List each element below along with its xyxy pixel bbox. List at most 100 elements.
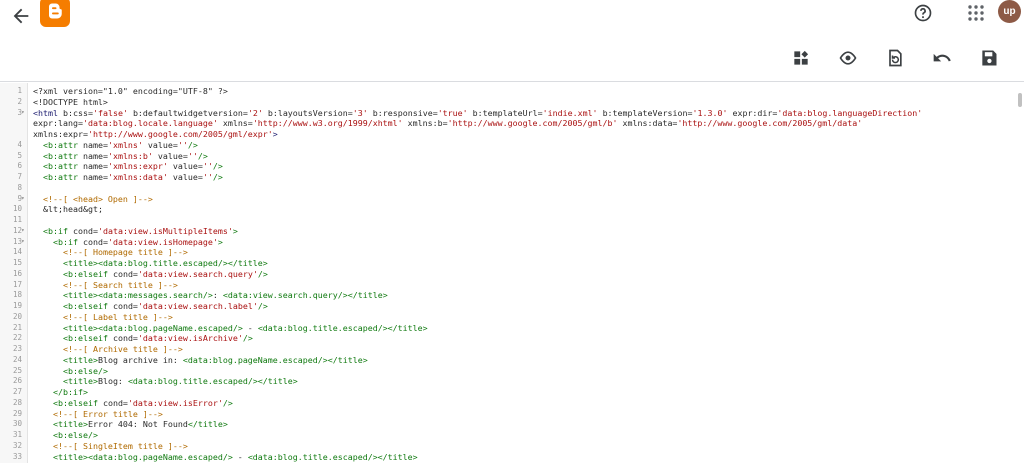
line-number: 4 bbox=[17, 139, 22, 149]
line-number: 26 bbox=[12, 376, 22, 386]
code-editor[interactable]: 1 <?xml version="1.0" encoding="UTF-8" ?>… bbox=[0, 83, 1024, 463]
vertical-scrollbar[interactable] bbox=[1018, 93, 1022, 463]
line-number: 1 bbox=[17, 86, 22, 95]
line-number: 2 bbox=[17, 96, 22, 106]
line-number: 18 bbox=[12, 290, 22, 300]
code-line[interactable]: 23 <!--[ Archive title ]--> bbox=[0, 344, 1018, 355]
code-line[interactable]: 25 <b:else/> bbox=[0, 366, 1018, 377]
widgets-button[interactable] bbox=[791, 48, 811, 68]
line-number: 25 bbox=[12, 365, 22, 375]
code-line[interactable]: 1 <?xml version="1.0" encoding="UTF-8" ?> bbox=[0, 86, 1018, 97]
line-number: 3 bbox=[17, 107, 22, 117]
line-number: 22 bbox=[12, 333, 22, 343]
apps-grid-icon[interactable] bbox=[968, 5, 984, 21]
code-line[interactable]: 28 <b:elseif cond='data:view.isError'/> bbox=[0, 398, 1018, 409]
code-line[interactable]: 7 <b:attr name='xmlns:data' value=''/> bbox=[0, 172, 1018, 183]
line-number: 21 bbox=[12, 322, 22, 332]
code-line[interactable]: expr:lang='data:blog.locale.language' xm… bbox=[0, 118, 1018, 129]
code-line[interactable]: 26 <title>Blog: <data:blog.title.escaped… bbox=[0, 376, 1018, 387]
code-text: &lt;head&gt; bbox=[43, 204, 103, 215]
help-circle-icon[interactable] bbox=[913, 3, 933, 23]
code-text: <html b:css='false' b:defaultwidgetversi… bbox=[33, 107, 923, 118]
code-text: <!--[ <head> Open ]--> bbox=[43, 193, 153, 204]
code-line[interactable]: 22 <b:elseif cond='data:view.isArchive'/… bbox=[0, 333, 1018, 344]
arrow-left-icon[interactable] bbox=[10, 5, 32, 27]
fold-toggle-icon[interactable]: ▾ bbox=[21, 108, 28, 119]
code-text: <b:elseif cond='data:view.search.query'/… bbox=[62, 268, 268, 279]
code-line[interactable]: 30 <title>Error 404: Not Found</title> bbox=[0, 419, 1018, 430]
code-text: xmlns:expr='http://www.google.com/2005/g… bbox=[33, 129, 278, 139]
code-line[interactable]: 12 ▾ <b:if cond='data:view.isMultipleItem… bbox=[0, 226, 1018, 237]
code-line[interactable]: 10 &lt;head&gt; bbox=[0, 204, 1018, 215]
fold-toggle-icon[interactable]: ▾ bbox=[21, 237, 28, 248]
line-number: 28 bbox=[12, 397, 22, 407]
code-line[interactable]: 13 ▾ <b:if cond='data:view.isHomepage'> bbox=[0, 237, 1018, 248]
line-number: 33 bbox=[12, 451, 22, 461]
scrollbar-thumb[interactable] bbox=[1018, 93, 1022, 107]
code-text: <!--[ Archive title ]--> bbox=[62, 344, 183, 354]
line-number: 15 bbox=[12, 258, 22, 267]
code-line[interactable]: 31 <b:else/> bbox=[0, 430, 1018, 441]
code-text: <b:else/> bbox=[62, 365, 108, 376]
code-text: </b:if> bbox=[52, 387, 88, 397]
line-number: 24 bbox=[12, 354, 22, 364]
code-lines: 1 <?xml version="1.0" encoding="UTF-8" ?>… bbox=[0, 86, 1018, 462]
code-text: <title><data:blog.pageName.escaped/> - <… bbox=[52, 451, 418, 462]
code-line[interactable]: 5 <b:attr name='xmlns:b' value=''/> bbox=[0, 151, 1018, 162]
line-number: 8 bbox=[17, 182, 22, 192]
avatar[interactable]: up bbox=[998, 0, 1021, 23]
code-line[interactable]: 29 <!--[ Error title ]--> bbox=[0, 409, 1018, 420]
code-text: <title>Blog: <data:blog.title.escaped/><… bbox=[62, 376, 298, 387]
fold-toggle-icon[interactable]: ▾ bbox=[21, 194, 28, 205]
undo-icon bbox=[933, 53, 951, 62]
code-text: <b:attr name='xmlns:data' value=''/> bbox=[43, 172, 223, 182]
code-line[interactable]: 8 bbox=[0, 183, 1018, 194]
code-line[interactable]: 4 <b:attr name='xmlns' value=''/> bbox=[0, 140, 1018, 151]
code-line[interactable]: 20 <!--[ Label title ]--> bbox=[0, 312, 1018, 323]
code-line[interactable]: 6 <b:attr name='xmlns:expr' value=''/> bbox=[0, 161, 1018, 172]
code-line[interactable]: 15 <title><data:blog.title.escaped/></ti… bbox=[0, 258, 1018, 269]
code-text: <b:elseif cond='data:view.isError'/> bbox=[52, 397, 233, 408]
code-line[interactable]: 3 ▾ <html b:css='false' b:defaultwidgetver… bbox=[0, 108, 1018, 119]
code-line[interactable]: 11 bbox=[0, 215, 1018, 226]
blogger-logo-icon[interactable] bbox=[40, 0, 70, 27]
code-text: <b:if cond='data:view.isHomepage'> bbox=[52, 236, 223, 247]
code-text: <?xml version="1.0" encoding="UTF-8" ?> bbox=[33, 86, 228, 96]
code-text: <title>Error 404: Not Found</title> bbox=[52, 419, 228, 430]
code-line[interactable]: xmlns:expr='http://www.google.com/2005/g… bbox=[0, 129, 1018, 140]
code-text: <!--[ Label title ]--> bbox=[62, 311, 173, 322]
line-number: 6 bbox=[17, 161, 22, 171]
code-line[interactable]: 9 ▾ <!--[ <head> Open ]--> bbox=[0, 194, 1018, 205]
fold-toggle-icon[interactable]: ▾ bbox=[21, 226, 28, 237]
code-line[interactable]: 21 <title><data:blog.pageName.escaped/> … bbox=[0, 323, 1018, 334]
line-number: 14 bbox=[12, 247, 22, 257]
line-number: 29 bbox=[12, 408, 22, 418]
line-number: 17 bbox=[12, 279, 22, 289]
code-text: <!--[ Search title ]--> bbox=[62, 279, 178, 290]
restore-button[interactable] bbox=[885, 48, 905, 68]
code-text: <b:else/> bbox=[52, 430, 98, 440]
undo-button[interactable] bbox=[932, 48, 952, 68]
line-number: 11 bbox=[12, 215, 22, 224]
preview-button[interactable] bbox=[838, 48, 858, 68]
code-line[interactable]: 33 <title><data:blog.pageName.escaped/> … bbox=[0, 452, 1018, 463]
line-number: 16 bbox=[12, 268, 22, 278]
code-line[interactable]: 24 <title>Blog archive in: <data:blog.pa… bbox=[0, 355, 1018, 366]
app-header: up bbox=[0, 0, 1024, 34]
eye-icon bbox=[839, 51, 857, 65]
line-number: 27 bbox=[12, 387, 22, 396]
code-text: expr:lang='data:blog.locale.language' xm… bbox=[33, 118, 863, 129]
code-line[interactable]: 19 <b:elseif cond='data:view.search.labe… bbox=[0, 301, 1018, 312]
code-line[interactable]: 17 <!--[ Search title ]--> bbox=[0, 280, 1018, 291]
line-number: 9 bbox=[17, 193, 22, 203]
line-number: 31 bbox=[12, 430, 22, 439]
line-number: 23 bbox=[12, 344, 22, 353]
code-line[interactable]: 32 <!--[ SingleItem title ]--> bbox=[0, 441, 1018, 452]
code-line[interactable]: 27 </b:if> bbox=[0, 387, 1018, 398]
save-button[interactable] bbox=[979, 48, 999, 68]
code-line[interactable]: 2 <!DOCTYPE html> bbox=[0, 97, 1018, 108]
editor-toolbar bbox=[0, 34, 1024, 82]
code-line[interactable]: 16 <b:elseif cond='data:view.search.quer… bbox=[0, 269, 1018, 280]
code-line[interactable]: 14 <!--[ Homepage title ]--> bbox=[0, 247, 1018, 258]
code-line[interactable]: 18 <title><data:messages.search/>: <data… bbox=[0, 290, 1018, 301]
